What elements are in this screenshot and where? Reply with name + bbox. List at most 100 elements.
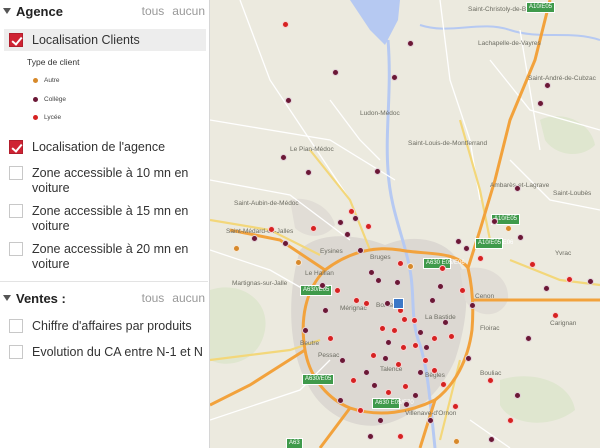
client-marker[interactable] — [429, 297, 436, 304]
client-marker[interactable] — [363, 369, 370, 376]
layer-zone-20mn[interactable]: Zone accessible à 20 mn en voiture — [4, 242, 206, 272]
client-marker[interactable] — [365, 223, 372, 230]
client-marker[interactable] — [459, 287, 466, 294]
client-marker[interactable] — [442, 319, 449, 326]
client-marker[interactable] — [385, 339, 392, 346]
checkbox-checked-icon[interactable] — [9, 33, 23, 47]
client-marker[interactable] — [332, 69, 339, 76]
client-marker[interactable] — [423, 344, 430, 351]
client-marker[interactable] — [514, 185, 521, 192]
client-marker[interactable] — [417, 369, 424, 376]
layer-zone-10mn[interactable]: Zone accessible à 10 mn en voiture — [4, 166, 206, 196]
client-marker[interactable] — [491, 218, 498, 225]
client-marker[interactable] — [385, 389, 392, 396]
client-marker[interactable] — [384, 300, 391, 307]
client-marker[interactable] — [352, 215, 359, 222]
client-marker[interactable] — [282, 21, 289, 28]
map-view[interactable]: Saint-Christoly-de-Blaye Lachapelle-de-V… — [210, 0, 600, 448]
section-ventes-header[interactable]: Ventes : tous aucun — [0, 288, 208, 308]
client-marker[interactable] — [337, 397, 344, 404]
client-marker[interactable] — [469, 302, 476, 309]
client-marker[interactable] — [587, 278, 594, 285]
client-marker[interactable] — [403, 401, 410, 408]
client-marker[interactable] — [348, 208, 355, 215]
checkbox-checked-icon[interactable] — [9, 140, 23, 154]
select-none-link[interactable]: aucun — [172, 4, 205, 18]
client-marker[interactable] — [411, 317, 418, 324]
client-marker[interactable] — [251, 235, 258, 242]
client-marker[interactable] — [412, 392, 419, 399]
client-marker[interactable] — [488, 436, 495, 443]
layer-localisation-clients[interactable]: Localisation Clients — [4, 29, 206, 51]
layer-evolution-ca[interactable]: Evolution du CA entre N-1 et N — [4, 345, 206, 360]
client-marker[interactable] — [422, 357, 429, 364]
client-marker[interactable] — [465, 355, 472, 362]
client-marker[interactable] — [353, 297, 360, 304]
client-marker[interactable] — [233, 245, 240, 252]
client-marker[interactable] — [440, 381, 447, 388]
client-marker[interactable] — [407, 40, 414, 47]
client-marker[interactable] — [391, 327, 398, 334]
client-marker[interactable] — [375, 277, 382, 284]
client-marker[interactable] — [344, 231, 351, 238]
client-marker[interactable] — [427, 417, 434, 424]
client-marker[interactable] — [305, 169, 312, 176]
client-marker[interactable] — [268, 226, 275, 233]
client-marker[interactable] — [507, 417, 514, 424]
client-marker[interactable] — [514, 392, 521, 399]
client-marker[interactable] — [566, 276, 573, 283]
client-marker[interactable] — [327, 335, 334, 342]
checkbox-unchecked-icon[interactable] — [9, 319, 23, 333]
client-marker[interactable] — [357, 407, 364, 414]
client-marker[interactable] — [477, 255, 484, 262]
client-marker[interactable] — [543, 285, 550, 292]
client-marker[interactable] — [350, 377, 357, 384]
client-marker[interactable] — [382, 355, 389, 362]
client-marker[interactable] — [319, 282, 326, 289]
client-marker[interactable] — [407, 263, 414, 270]
client-marker[interactable] — [529, 261, 536, 268]
client-marker[interactable] — [453, 438, 460, 445]
client-marker[interactable] — [322, 307, 329, 314]
client-marker[interactable] — [310, 225, 317, 232]
client-marker[interactable] — [334, 287, 341, 294]
collapse-triangle-icon[interactable] — [3, 8, 11, 14]
client-marker[interactable] — [397, 433, 404, 440]
client-marker[interactable] — [487, 377, 494, 384]
client-marker[interactable] — [337, 219, 344, 226]
client-marker[interactable] — [525, 335, 532, 342]
layer-ca-produits[interactable]: Chiffre d'affaires par produits — [4, 319, 206, 334]
client-marker[interactable] — [544, 82, 551, 89]
layer-zone-15mn[interactable]: Zone accessible à 15 mn en voiture — [4, 204, 206, 234]
client-marker[interactable] — [371, 382, 378, 389]
client-marker[interactable] — [417, 329, 424, 336]
select-none-link[interactable]: aucun — [172, 291, 205, 305]
checkbox-unchecked-icon[interactable] — [9, 345, 23, 359]
layer-localisation-agence[interactable]: Localisation de l'agence — [4, 140, 206, 155]
agency-location-marker[interactable] — [393, 298, 404, 309]
select-all-link[interactable]: tous — [142, 291, 165, 305]
client-marker[interactable] — [455, 238, 462, 245]
client-marker[interactable] — [412, 342, 419, 349]
client-marker[interactable] — [357, 247, 364, 254]
client-marker[interactable] — [463, 245, 470, 252]
client-marker[interactable] — [431, 335, 438, 342]
client-marker[interactable] — [448, 333, 455, 340]
client-marker[interactable] — [397, 260, 404, 267]
client-marker[interactable] — [537, 100, 544, 107]
client-marker[interactable] — [437, 283, 444, 290]
client-marker[interactable] — [295, 259, 302, 266]
client-marker[interactable] — [370, 352, 377, 359]
client-marker[interactable] — [517, 234, 524, 241]
client-marker[interactable] — [282, 240, 289, 247]
client-marker[interactable] — [391, 74, 398, 81]
section-agence-header[interactable]: Agence tous aucun — [0, 1, 208, 21]
checkbox-unchecked-icon[interactable] — [9, 242, 23, 256]
checkbox-unchecked-icon[interactable] — [9, 204, 23, 218]
client-marker[interactable] — [367, 433, 374, 440]
client-marker[interactable] — [379, 325, 386, 332]
client-marker[interactable] — [302, 327, 309, 334]
client-marker[interactable] — [285, 97, 292, 104]
checkbox-unchecked-icon[interactable] — [9, 166, 23, 180]
collapse-triangle-icon[interactable] — [3, 295, 11, 301]
